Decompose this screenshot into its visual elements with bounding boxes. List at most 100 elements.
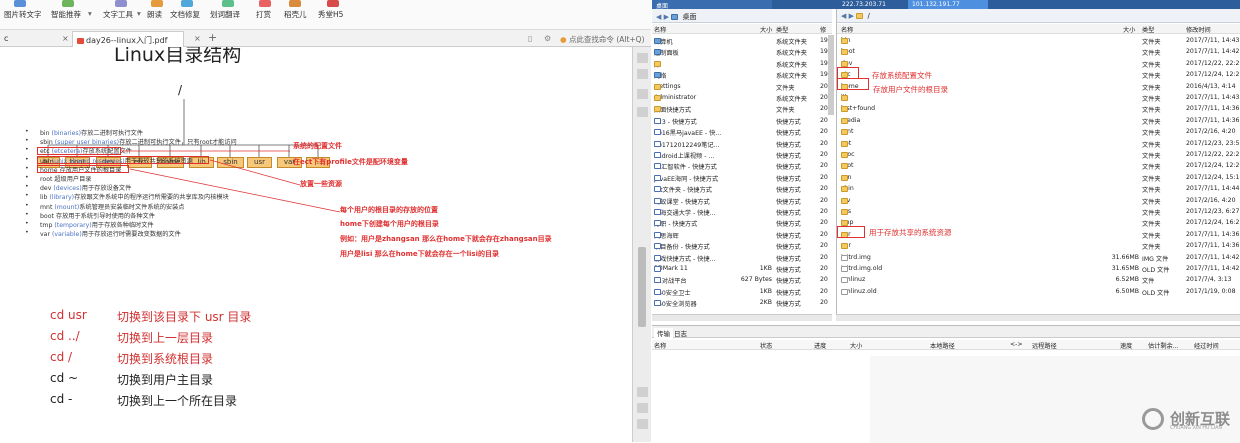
file-row[interactable]: 360安全卫士 1KB 快捷方式 20 xyxy=(652,287,832,298)
file-row[interactable]: proc 文件夹 2017/12/22, 22:27 xyxy=(837,150,1240,161)
file-row[interactable]: .settings 文件夹 20 xyxy=(652,82,832,93)
toolbar-read-aloud[interactable]: 朗读 xyxy=(147,9,162,20)
col-progress[interactable]: 进度 xyxy=(814,341,826,350)
local-scroll-thumb[interactable] xyxy=(828,35,834,115)
file-row[interactable]: 网络 系统文件夹 19 xyxy=(652,70,832,81)
sidebar-tool-icon[interactable] xyxy=(637,107,648,117)
toolbar-image-to-text[interactable]: 图片转文字 xyxy=(4,9,42,20)
file-row[interactable]: 库 系统文件夹 19 xyxy=(652,59,832,70)
file-row[interactable]: 2016黑马javaEE - 快... 快捷方式 20 xyxy=(652,127,832,138)
chevron-down-icon[interactable]: ▾ xyxy=(137,9,141,18)
file-row[interactable]: dev 文件夹 2017/12/22, 22:27 xyxy=(837,59,1240,70)
pdf-vertical-scrollbar[interactable] xyxy=(632,47,651,442)
forward-icon[interactable]: ▶ xyxy=(849,12,854,20)
toolbar-text-tool[interactable]: 文字工具 xyxy=(103,9,133,20)
file-row[interactable]: lost+found 文件夹 2017/7/11, 14:36 xyxy=(837,104,1240,115)
file-row[interactable]: 文思海辉 快捷方式 20 xyxy=(652,230,832,241)
col-local-path[interactable]: 本地路径 xyxy=(930,341,955,350)
chevron-down-icon[interactable]: ▾ xyxy=(88,9,92,18)
file-row[interactable]: 游戏快捷方式 - 快捷... 快捷方式 20 xyxy=(652,253,832,264)
col-name[interactable]: 名称 xyxy=(654,341,666,350)
back-icon[interactable]: ◀ xyxy=(656,13,661,21)
forward-icon[interactable]: ▶ xyxy=(664,13,669,21)
file-row[interactable]: 123 - 快捷方式 快捷方式 20 xyxy=(652,116,832,127)
col-eta[interactable]: 估计剩余... xyxy=(1148,341,1179,350)
remote-address-bar[interactable]: ◀ ▶ / xyxy=(837,9,1240,23)
file-row[interactable]: sbin 文件夹 2017/7/11, 14:44 xyxy=(837,184,1240,195)
file-row[interactable]: initrd.img 31.66MB IMG 文件 2017/7/11, 14:42 xyxy=(837,253,1240,264)
file-row[interactable]: root 文件夹 2017/12/24, 12:20 xyxy=(837,161,1240,172)
col-elapsed[interactable]: 经过时间 xyxy=(1194,341,1219,350)
file-row[interactable]: run 文件夹 2017/12/24, 15:10 xyxy=(837,173,1240,184)
file-row[interactable]: 计算机 系统文件夹 19 xyxy=(652,36,832,47)
sidebar-tool-icon[interactable] xyxy=(637,89,648,99)
file-row[interactable]: JavaEE海同 - 快捷方式 快捷方式 20 xyxy=(652,173,832,184)
file-row[interactable]: var 文件夹 2017/7/11, 14:36 xyxy=(837,241,1240,252)
col-type[interactable]: 类型 xyxy=(1142,25,1154,34)
tab-active-pdf[interactable]: day26--linux入门.pdf xyxy=(72,31,184,47)
close-icon[interactable]: × xyxy=(58,31,73,47)
sidebar-tool-icon[interactable] xyxy=(637,69,648,79)
file-row[interactable]: vmlinuz 6.52MB 文件 2017/7/4, 3:13 xyxy=(837,275,1240,286)
local-address-bar[interactable]: ◀ ▶ 桌面 xyxy=(652,9,832,23)
file-row[interactable]: 360安全浏览器 2KB 快捷方式 20 xyxy=(652,298,832,309)
file-row[interactable]: bin 文件夹 2017/7/11, 14:43 xyxy=(837,36,1240,47)
tab-server-2[interactable]: 101.132.191.77 xyxy=(908,0,988,9)
col-size[interactable]: 大小 xyxy=(850,341,862,350)
col-name[interactable]: 名称 xyxy=(654,25,666,34)
toolbar-smart-recommend[interactable]: 智能推荐 xyxy=(51,9,81,20)
file-row[interactable]: 蚂蚁课堂 - 快捷方式 快捷方式 20 xyxy=(652,196,832,207)
page-nav-icon[interactable] xyxy=(637,419,648,429)
file-row[interactable]: android上课视频 - ... 快捷方式 20 xyxy=(652,150,832,161)
file-row[interactable]: 桌面快捷方式 文件夹 20 xyxy=(652,104,832,115)
file-row[interactable]: opt 文件夹 2017/12/23, 23:51 xyxy=(837,139,1240,150)
col-speed[interactable]: 速度 xyxy=(1120,341,1132,350)
toolbar-translate[interactable]: 划词翻译 xyxy=(210,9,240,20)
toolbar-show-h5[interactable]: 秀堂H5 xyxy=(318,9,343,20)
tab-transfer[interactable]: 传输 xyxy=(654,328,673,338)
file-row[interactable]: mnt 文件夹 2017/2/16, 4:20 xyxy=(837,127,1240,138)
scroll-down-icon[interactable] xyxy=(637,387,648,397)
file-row[interactable]: initrd.img.old 31.65MB OLD 文件 2017/7/11, 14… xyxy=(837,264,1240,275)
toolbar-docer[interactable]: 稻壳儿 xyxy=(284,9,307,20)
col-size[interactable]: 大小 xyxy=(760,25,772,34)
col-status[interactable]: 状态 xyxy=(760,341,772,350)
file-row[interactable]: txt文件夹 - 快捷方式 快捷方式 20 xyxy=(652,184,832,195)
file-row[interactable]: 上海交通大学 - 快捷... 快捷方式 20 xyxy=(652,207,832,218)
local-horizontal-scrollbar[interactable] xyxy=(652,314,832,321)
col-remote-path[interactable]: 远程路径 xyxy=(1032,341,1057,350)
settings-icon[interactable]: ⚙ xyxy=(540,31,555,47)
remote-horizontal-scrollbar[interactable] xyxy=(836,314,1240,321)
command-search-input[interactable]: ● 点此查找命令 (Alt+Q) xyxy=(556,31,649,47)
scroll-thumb[interactable] xyxy=(638,247,646,327)
close-icon[interactable]: × xyxy=(190,31,205,47)
file-row[interactable]: sys 文件夹 2017/12/23, 6:27 xyxy=(837,207,1240,218)
file-row[interactable]: 项目备份 - 快捷方式 快捷方式 20 xyxy=(652,241,832,252)
file-row[interactable]: 万职 - 快捷方式 快捷方式 20 xyxy=(652,218,832,229)
toolbar-reward[interactable]: 打赏 xyxy=(256,9,271,20)
file-row[interactable]: 11对战平台 627 Bytes 快捷方式 20 xyxy=(652,275,832,286)
tab-server-1[interactable]: 222.73.203.71 xyxy=(838,0,908,9)
toolbar-doc-repair[interactable]: 文档修复 xyxy=(170,9,200,20)
new-tab-button[interactable]: + xyxy=(204,28,221,44)
col-modified[interactable]: 修 xyxy=(820,25,826,34)
layout-icon[interactable]: ▯ xyxy=(524,31,536,47)
back-icon[interactable]: ◀ xyxy=(841,12,846,20)
tab-local-desktop[interactable]: 桌面 xyxy=(652,0,772,10)
col-type[interactable]: 类型 xyxy=(776,25,788,34)
sidebar-tool-icon[interactable] xyxy=(637,53,648,63)
col-direction[interactable]: <-> xyxy=(1010,341,1023,348)
file-row[interactable]: 3DMark 11 1KB 快捷方式 20 xyxy=(652,264,832,275)
file-row[interactable]: 控制面板 系统文件夹 19 xyxy=(652,47,832,58)
file-row[interactable]: boot 文件夹 2017/7/11, 14:42 xyxy=(837,47,1240,58)
file-row[interactable]: srv 文件夹 2017/2/16, 4:20 xyxy=(837,196,1240,207)
file-row[interactable]: vmlinuz.old 6.50MB OLD 文件 2017/1/19, 0:08 xyxy=(837,287,1240,298)
file-row[interactable]: Administrator 系统文件夹 20 xyxy=(652,93,832,104)
file-row[interactable]: hz汇智软件 - 快捷方式 快捷方式 20 xyxy=(652,161,832,172)
col-size[interactable]: 大小 xyxy=(1123,25,1135,34)
col-modified[interactable]: 修改时间 xyxy=(1186,25,1211,34)
file-row[interactable]: media 文件夹 2017/7/11, 14:36 xyxy=(837,116,1240,127)
col-name[interactable]: 名称 xyxy=(841,25,853,34)
tab-log[interactable]: 日志 xyxy=(674,328,687,338)
scroll-up-icon[interactable] xyxy=(637,403,648,413)
